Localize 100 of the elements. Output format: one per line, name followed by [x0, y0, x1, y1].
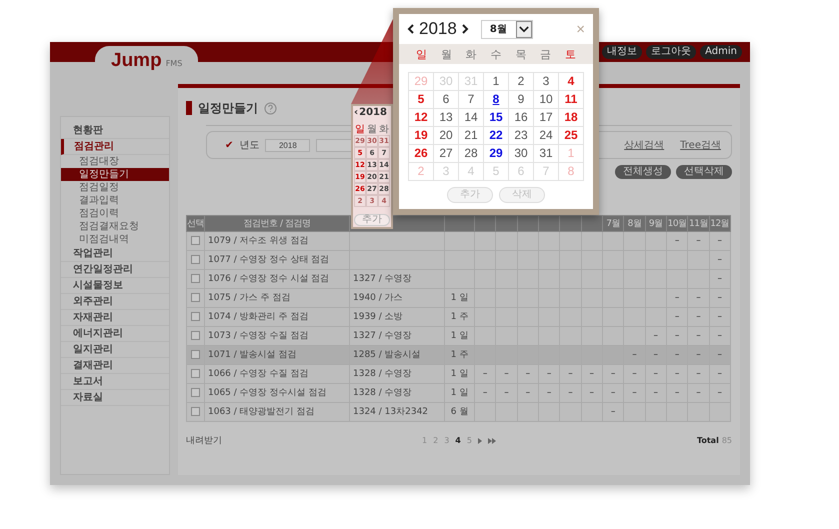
table-cell: 1079 / 저수조 위생 점검: [208, 236, 308, 246]
sidebar-item[interactable]: 자료실: [61, 390, 169, 406]
row-checkbox[interactable]: [191, 292, 200, 302]
calendar-day[interactable]: 25: [559, 127, 583, 144]
table-cell: 1066 / 수영장 수질 점검: [208, 368, 308, 378]
month-select[interactable]: 8월: [480, 20, 533, 38]
header-button[interactable]: 로그아웃: [646, 45, 696, 59]
table-row[interactable]: 1071 / 발송시설 점검 1285 / 발송시설 1 주 – – – – –: [186, 346, 730, 364]
column-header: 점검번호 / 점검명: [204, 216, 350, 232]
calendar-day[interactable]: 15: [484, 109, 508, 126]
table-cell: 1 일: [450, 330, 468, 340]
row-checkbox[interactable]: [191, 388, 200, 397]
page-link[interactable]: 4: [455, 436, 461, 445]
table-cell: 1285 / 발송시설: [353, 350, 421, 360]
calendar-day[interactable]: 10: [534, 91, 558, 108]
calendar-day[interactable]: 16: [509, 109, 533, 126]
calendar-day[interactable]: 17: [534, 109, 558, 126]
sidebar-item[interactable]: 결재관리: [61, 358, 169, 374]
column-header: 8월: [624, 216, 646, 232]
sidebar-item[interactable]: 점검관리: [61, 139, 169, 155]
row-checkbox[interactable]: [191, 330, 200, 340]
calendar-day[interactable]: 20: [434, 127, 458, 144]
sidebar-item[interactable]: 보고서: [61, 374, 169, 390]
calendar-day[interactable]: 9: [509, 91, 533, 108]
action-button[interactable]: 선택삭제: [676, 165, 732, 179]
calendar-day[interactable]: 27: [434, 145, 458, 162]
last-page-icon[interactable]: [488, 438, 496, 444]
table-cell: 1074 / 방화관리 주 점검: [208, 312, 308, 322]
row-checkbox[interactable]: [191, 254, 200, 264]
sidebar-item[interactable]: 연간일정관리: [61, 262, 169, 278]
next-year-icon[interactable]: [460, 24, 469, 34]
previous-year-arrow[interactable]: ‹: [354, 107, 358, 122]
sidebar-item[interactable]: 현황판: [61, 123, 169, 139]
sidebar-subitem[interactable]: 미점검내역: [61, 233, 169, 246]
row-checkbox[interactable]: [191, 368, 200, 378]
help-icon[interactable]: [264, 102, 277, 114]
calendar-day[interactable]: 31: [534, 145, 558, 162]
sidebar-item[interactable]: 에너지관리: [61, 326, 169, 342]
calendar-day[interactable]: 1: [484, 73, 508, 90]
row-checkbox[interactable]: [191, 312, 200, 321]
sidebar-item[interactable]: 외주관리: [61, 294, 169, 310]
calendar-day[interactable]: 29: [484, 145, 508, 162]
page-title: 일정만들기: [198, 100, 258, 116]
calendar-day[interactable]: 2: [509, 73, 533, 90]
calendar-day[interactable]: 22: [484, 127, 508, 144]
table-row[interactable]: 1073 / 수영장 수질 점검 1327 / 수영장 1 일 – – – –: [186, 326, 730, 346]
calendar-day[interactable]: 8: [484, 91, 508, 108]
row-checkbox[interactable]: [191, 406, 200, 416]
table-cell: 1 일: [450, 368, 468, 378]
table-row[interactable]: 1079 / 저수조 위생 점검 – – –: [186, 232, 730, 250]
calendar-day[interactable]: 11: [559, 91, 583, 108]
calendar-day[interactable]: 6: [434, 91, 458, 108]
sidebar-subitem[interactable]: 결과입력: [61, 194, 169, 207]
calendar-day[interactable]: 7: [459, 91, 483, 108]
table-cell: 1939 / 소방: [353, 312, 403, 322]
sidebar-subitem[interactable]: 점검이력: [61, 207, 169, 220]
calendar-day[interactable]: 5: [409, 91, 433, 108]
year-field[interactable]: 2018: [265, 138, 310, 152]
table-row[interactable]: 1065 / 수영장 정수시설 점검 1328 / 수영장 1 일 – – – – – – – – – – – –: [186, 384, 730, 402]
table-row[interactable]: 1063 / 태양광발전기 점검 1324 / 13차2342 6 월 –: [186, 402, 730, 422]
calendar-day[interactable]: 18: [559, 109, 583, 126]
calendar-day[interactable]: 4: [559, 73, 583, 90]
previous-year-icon[interactable]: [407, 24, 415, 34]
sidebar-subitem[interactable]: 일정만들기: [61, 168, 169, 181]
table-row[interactable]: 1066 / 수영장 수질 점검 1328 / 수영장 1 일 – – – – – – – – – – – –: [186, 364, 730, 384]
calendar-day[interactable]: 3: [534, 73, 558, 90]
header-button[interactable]: Admin: [700, 45, 742, 59]
calendar-day[interactable]: 14: [459, 109, 483, 126]
download-link[interactable]: 내려받기: [186, 436, 222, 446]
weekday-label: 목: [514, 46, 528, 62]
sidebar-subitem[interactable]: 점검대장: [61, 155, 169, 168]
check-mark: ✔: [225, 140, 234, 150]
calendar-day[interactable]: 19: [409, 127, 433, 144]
calendar-day[interactable]: 13: [434, 109, 458, 126]
header-button[interactable]: 내정보: [602, 45, 642, 59]
table-row[interactable]: 1074 / 방화관리 주 점검 1939 / 소방 1 주 – – –: [186, 308, 730, 326]
search-link[interactable]: 상세검색: [624, 138, 664, 152]
table-row[interactable]: 1075 / 가스 주 점검 1940 / 가스 1 일 – – –: [186, 288, 730, 308]
sidebar-item[interactable]: 시설물정보: [61, 278, 169, 294]
row-checkbox[interactable]: [191, 350, 200, 359]
table-row[interactable]: 1076 / 수영장 정수 시설 점검 1327 / 수영장 –: [186, 270, 730, 288]
calendar-day[interactable]: 24: [534, 127, 558, 144]
sidebar-subitem[interactable]: 점검일정: [61, 181, 169, 194]
calendar-day[interactable]: 30: [509, 145, 533, 162]
sidebar-subitem[interactable]: 점검결재요청: [61, 220, 169, 233]
row-checkbox[interactable]: [191, 274, 200, 283]
search-link[interactable]: Tree검색: [680, 138, 721, 152]
action-button[interactable]: 전체생성: [615, 165, 671, 179]
table-row[interactable]: 1077 / 수영장 정수 상태 점검 –: [186, 250, 730, 270]
column-header: 11월: [688, 216, 710, 232]
sidebar-item[interactable]: 자재관리: [61, 310, 169, 326]
next-page-icon[interactable]: [478, 438, 482, 444]
calendar-day[interactable]: 28: [459, 145, 483, 162]
calendar-day[interactable]: 12: [409, 109, 433, 126]
calendar-day[interactable]: 26: [409, 145, 433, 162]
row-checkbox[interactable]: [191, 236, 200, 245]
sidebar-item[interactable]: 일지관리: [61, 342, 169, 358]
calendar-day[interactable]: 21: [459, 127, 483, 144]
sidebar-item[interactable]: 작업관리: [61, 246, 169, 262]
calendar-day[interactable]: 23: [509, 127, 533, 144]
